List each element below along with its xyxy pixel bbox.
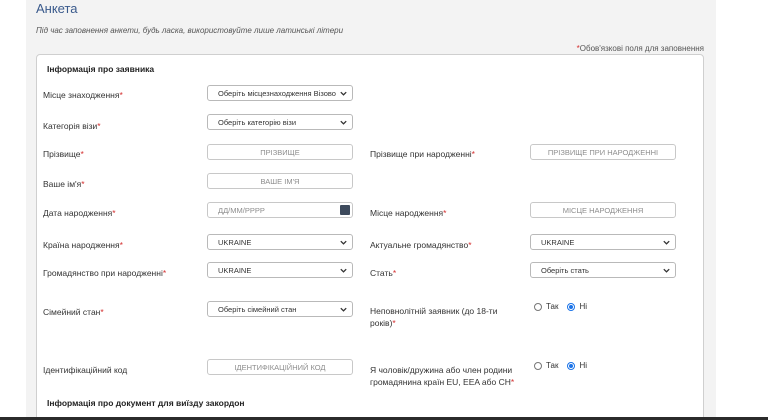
birth-place-label: Місце народження* (370, 208, 447, 218)
marital-status-select[interactable]: Оберіть сімейний стан (207, 301, 353, 317)
id-code-input[interactable]: ІДЕНТИФІКАЦІЙНИЙ КОД (207, 359, 353, 375)
minor-applicant-radio-group: Так Ні (534, 302, 596, 311)
gender-label: Стать* (370, 268, 397, 278)
surname-label: Прізвище* (43, 149, 84, 159)
chevron-down-icon (340, 91, 347, 96)
birth-place-input[interactable]: МІСЦЕ НАРОДЖЕННЯ (530, 202, 676, 218)
visa-category-select[interactable]: Оберіть категорію візи (207, 114, 353, 130)
document-section-title: Інформація про документ для виїзду закор… (47, 398, 245, 408)
minor-no-radio[interactable] (567, 302, 576, 311)
id-code-label: Ідентифікаційний код (43, 365, 128, 375)
birth-date-label: Дата народження* (43, 208, 116, 218)
minor-yes-label: Так (546, 302, 559, 311)
required-fields-note: *Обов'язкові поля для заповнення (577, 44, 704, 53)
current-citizenship-label: Актуальне громадянство* (370, 240, 472, 250)
birth-surname-input[interactable]: ПРІЗВИЩЕ ПРИ НАРОДЖЕННІ (530, 144, 676, 160)
chevron-down-icon (663, 240, 670, 245)
form-panel: Інформація про заявника Місце знаходженн… (36, 54, 704, 420)
calendar-icon[interactable] (340, 205, 350, 215)
chevron-down-icon (340, 268, 347, 273)
eu-family-radio-group: Так Ні (534, 361, 596, 370)
first-name-input[interactable]: ВАШЕ ІМ'Я (207, 173, 353, 189)
chevron-down-icon (340, 120, 347, 125)
eu-family-yes-label: Так (546, 361, 559, 370)
eu-family-yes-radio[interactable] (534, 361, 542, 370)
birth-date-input[interactable]: ДД/ММ/РРРР (207, 202, 353, 218)
chevron-down-icon (340, 240, 347, 245)
marital-status-label: Сімейний стан* (43, 307, 104, 317)
chevron-down-icon (663, 268, 670, 273)
eu-family-no-label: Ні (579, 361, 588, 370)
form-instruction: Під час заповнення анкети, будь ласка, в… (36, 26, 344, 35)
applicant-section-title: Інформація про заявника (47, 64, 155, 74)
required-note-text: Обов'язкові поля для заповнення (579, 44, 704, 53)
page-title: Анкета (36, 1, 78, 16)
gender-select[interactable]: Оберіть стать (530, 262, 676, 278)
eu-family-label: Я чоловік/дружина або член родини громадя… (370, 365, 515, 387)
location-label: Місце знаходження* (43, 90, 123, 100)
birth-country-label: Країна народження* (43, 240, 123, 250)
minor-applicant-label: Неповнолітній заявник (до 18-ти років)* (370, 306, 498, 328)
minor-yes-radio[interactable] (534, 302, 542, 311)
surname-input[interactable]: ПРІЗВИЩЕ (207, 144, 353, 160)
visa-category-label: Категорія візи* (43, 121, 101, 131)
minor-no-label: Ні (579, 302, 588, 311)
eu-family-no-radio[interactable] (567, 361, 576, 370)
chevron-down-icon (340, 307, 347, 312)
location-select[interactable]: Оберіть місцезнаходження Візово (207, 85, 353, 101)
birth-surname-label: Прізвище при народженні* (370, 149, 475, 159)
first-name-label: Ваше ім'я* (43, 179, 85, 189)
birth-citizenship-select[interactable]: UKRAINE (207, 262, 353, 278)
birth-country-select[interactable]: UKRAINE (207, 234, 353, 250)
current-citizenship-select[interactable]: UKRAINE (530, 234, 676, 250)
birth-citizenship-label: Громадянство при народженні* (43, 268, 167, 278)
